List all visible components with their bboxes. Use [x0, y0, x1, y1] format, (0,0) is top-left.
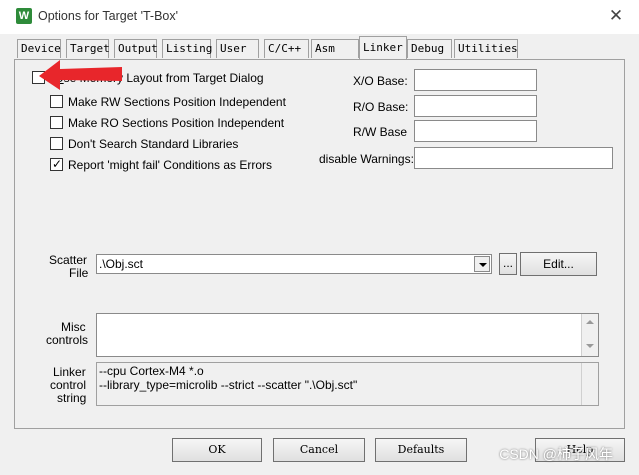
disable-warnings-input[interactable] [414, 147, 613, 169]
watermark: CSDN @柿子风年 [499, 446, 613, 462]
misc-label-line1: Misc [61, 320, 86, 334]
scatter-browse-button[interactable]: ... [499, 253, 517, 275]
app-icon: W [16, 8, 32, 24]
window-title: Options for Target 'T-Box' [38, 9, 179, 23]
cancel-button[interactable]: Cancel [273, 438, 365, 462]
defaults-button[interactable]: Defaults [375, 438, 467, 462]
control-string-line2: --library_type=microlib --strict --scatt… [99, 378, 358, 392]
ok-button[interactable]: OK [172, 438, 262, 462]
rw-base-label: R/W Base [353, 125, 408, 139]
ro-position-independent-label: Make RO Sections Position Independent [68, 116, 285, 130]
scatter-label-line2: File [69, 266, 89, 280]
scatter-edit-button[interactable]: Edit... [520, 252, 597, 276]
close-icon: ✕ [608, 6, 624, 25]
xo-base-label: X/O Base: [353, 74, 408, 88]
tab-linker[interactable]: Linker [359, 36, 407, 59]
scatter-label-line1: Scatter [49, 253, 88, 267]
dont-search-libraries-label: Don't Search Standard Libraries [68, 137, 239, 151]
options-dialog: Device Target Output Listing User C/C++ … [0, 34, 639, 475]
rw-position-independent-label: Make RW Sections Position Independent [68, 95, 286, 109]
linker-panel: Use Memory Layout from Target Dialog Mak… [14, 59, 625, 429]
tab-listing[interactable]: Listing [162, 39, 212, 58]
annotation-arrow-icon [39, 60, 122, 90]
xo-base-input[interactable] [414, 69, 537, 91]
scatter-dropdown-button[interactable] [474, 256, 490, 272]
ro-base-label: R/O Base: [353, 100, 409, 114]
misc-controls-textarea[interactable] [96, 313, 599, 357]
control-string-scrollbar[interactable] [581, 363, 598, 405]
dont-search-libraries-checkbox[interactable] [50, 137, 63, 150]
tab-utilities[interactable]: Utilities [454, 39, 518, 58]
checkmark-icon: ✓ [52, 157, 63, 171]
control-string-label-line1: Linker [53, 365, 86, 379]
control-string-line1: --cpu Cortex-M4 *.o [99, 364, 204, 378]
title-bar: W Options for Target 'T-Box' ✕ [0, 0, 639, 34]
misc-label-line2: controls [46, 333, 89, 347]
scroll-down-icon[interactable] [586, 344, 594, 348]
misc-scrollbar[interactable] [581, 314, 598, 356]
tab-debug[interactable]: Debug [407, 39, 452, 58]
disable-warnings-label: disable Warnings: [319, 152, 414, 166]
report-might-fail-label: Report 'might fail' Conditions as Errors [68, 158, 272, 172]
chevron-down-icon [479, 263, 487, 267]
tab-user[interactable]: User [216, 39, 259, 58]
control-string-label-line2: control [50, 378, 87, 392]
scroll-up-icon[interactable] [586, 320, 594, 324]
rw-base-input[interactable] [414, 120, 537, 142]
rw-position-independent-checkbox[interactable] [50, 95, 63, 108]
tab-c-cpp[interactable]: C/C++ [264, 39, 309, 58]
control-string-label-line3: string [57, 391, 87, 405]
ro-position-independent-checkbox[interactable] [50, 116, 63, 129]
close-button[interactable]: ✕ [605, 6, 627, 26]
report-might-fail-checkbox[interactable]: ✓ [50, 157, 63, 171]
annotation-arrow-shape [39, 60, 122, 90]
tab-asm[interactable]: Asm [311, 39, 359, 58]
scatter-file-combobox[interactable]: .\Obj.sct [96, 254, 492, 274]
scatter-file-value: .\Obj.sct [99, 257, 144, 271]
control-string-box: --cpu Cortex-M4 *.o --library_type=micro… [96, 362, 599, 406]
ro-base-input[interactable] [414, 95, 537, 117]
